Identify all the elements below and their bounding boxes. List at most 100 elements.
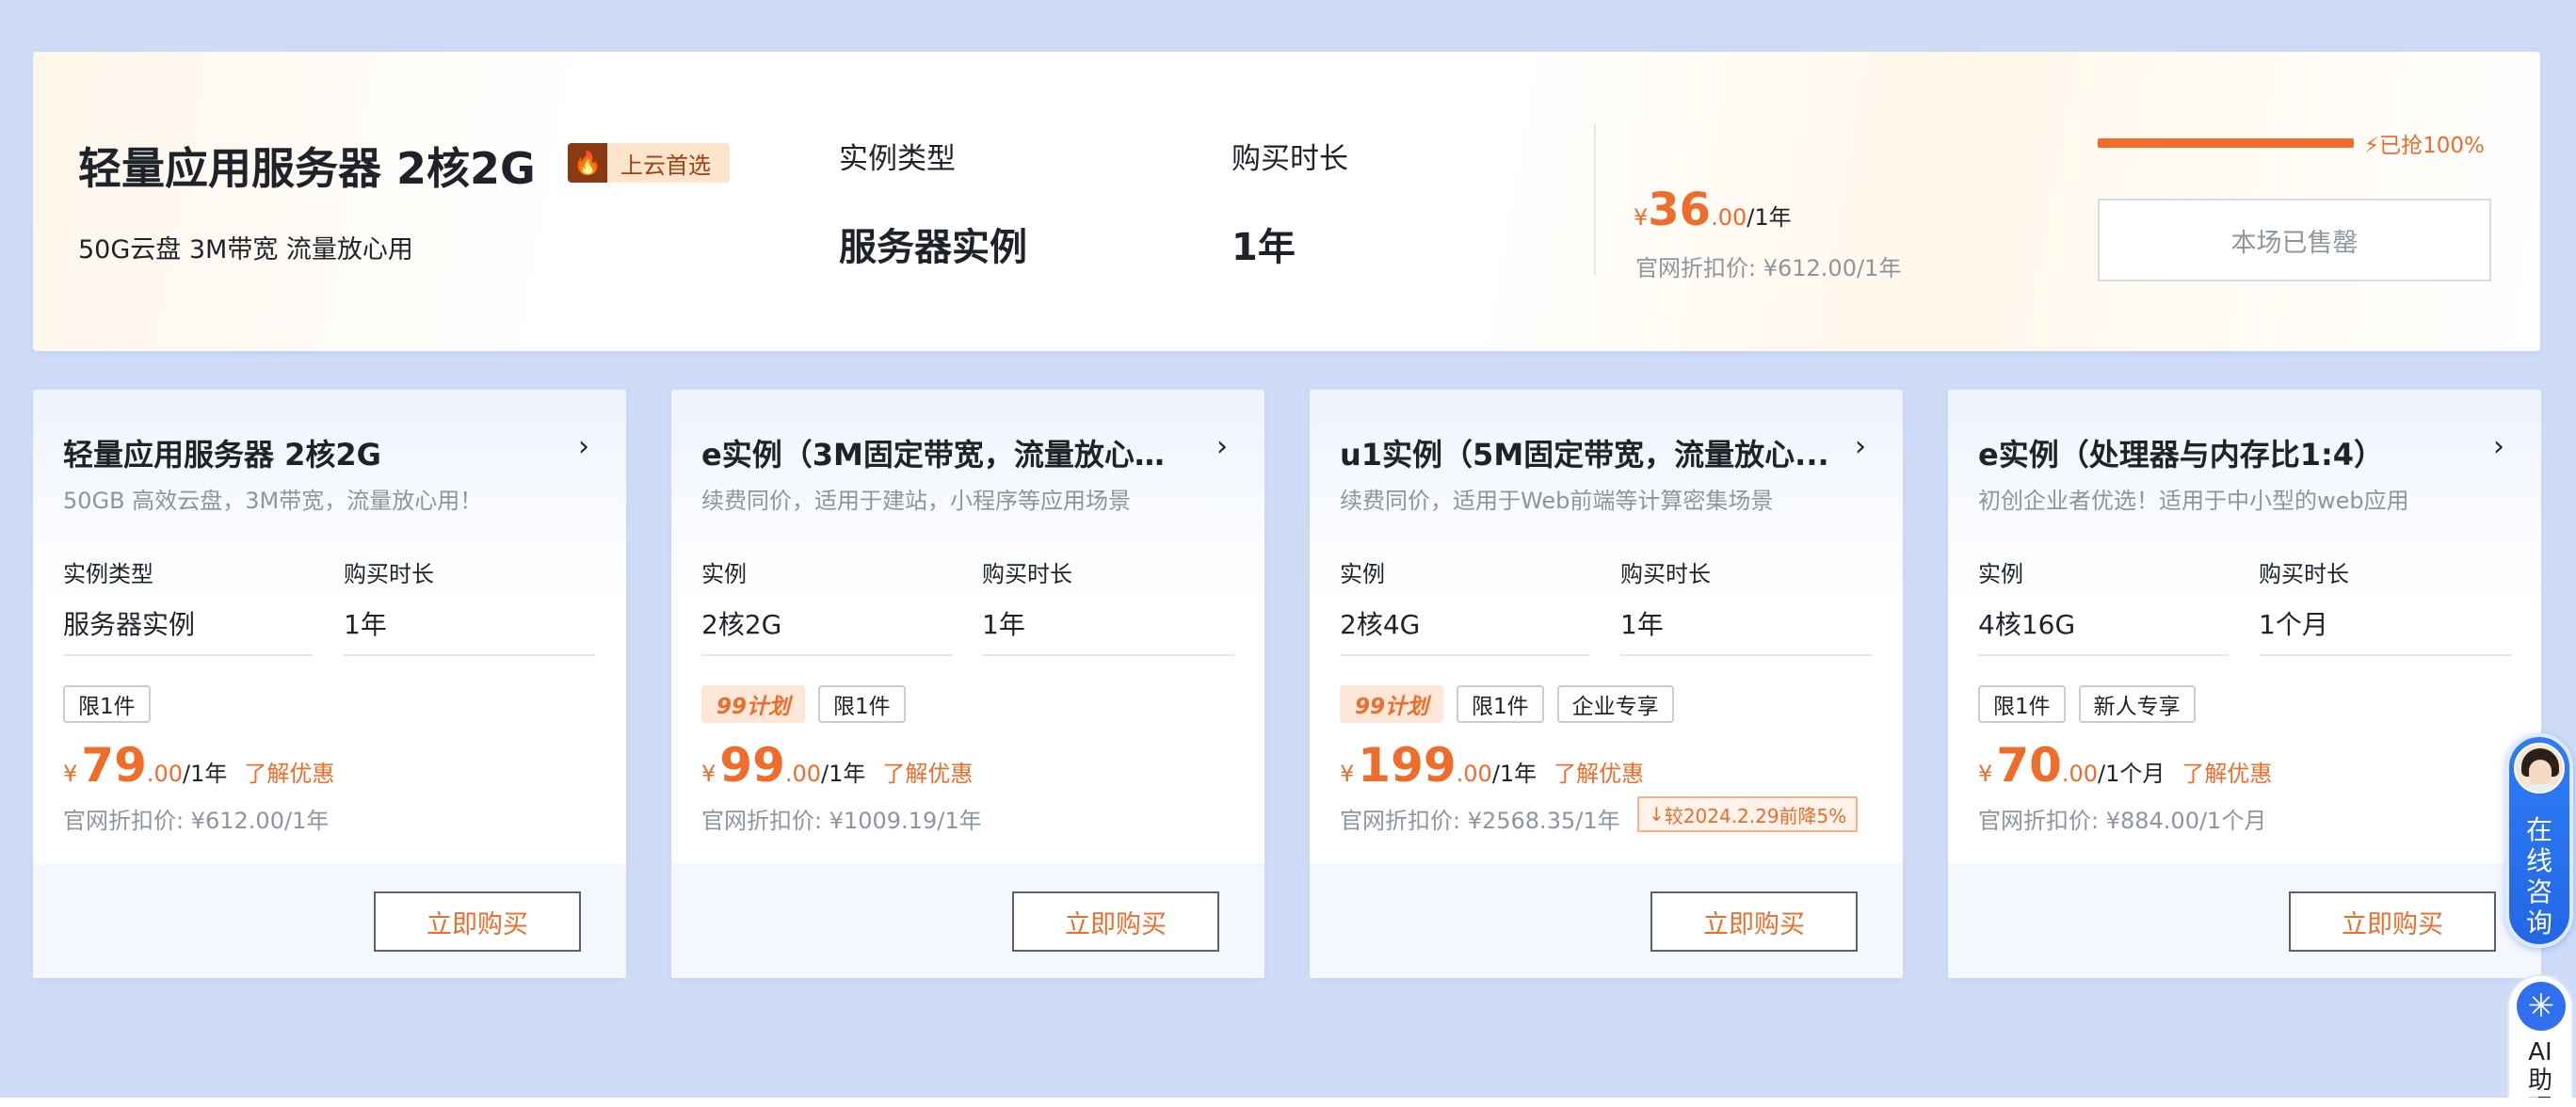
original-price: 官网折扣价: ¥612.00/1年 xyxy=(63,808,330,834)
card-title[interactable]: e实例（处理器与内存比1:4） xyxy=(1978,431,2468,474)
card-title[interactable]: u1实例（5M固定带宽，流量放心... xyxy=(1340,431,1829,474)
divider xyxy=(1978,654,2229,656)
spec-label: 购买时长 xyxy=(982,561,1072,587)
spec-label: 购买时长 xyxy=(344,561,434,587)
avatar xyxy=(2514,743,2565,794)
spec-value: 服务器实例 xyxy=(63,609,196,640)
spec-label: 实例 xyxy=(701,561,747,587)
plan-tag: 99计划 xyxy=(1340,685,1444,723)
price-drop-text: 较2024.2.29前降5% xyxy=(1664,804,1847,827)
divider xyxy=(1620,654,1873,656)
card-price: ¥199.00/1年 了解优惠 xyxy=(1340,738,1644,793)
card-description: 50GB 高效云盘，3M带宽，流量放心用！ xyxy=(63,488,483,514)
promo-link[interactable]: 了解优惠 xyxy=(1554,755,1644,788)
ai-assistant-icon: ✳ xyxy=(2517,982,2566,1031)
chevron-right-icon[interactable]: › xyxy=(570,433,598,461)
buy-now-button[interactable]: 立即购买 xyxy=(1650,891,1858,952)
price-integer: 79 xyxy=(81,738,147,793)
buy-now-button[interactable]: 立即购买 xyxy=(374,891,581,952)
promo-link[interactable]: 了解优惠 xyxy=(882,755,973,788)
product-card[interactable]: e实例（3M固定带宽，流量放心用） › 续费同价，适用于建站，小程序等应用场景 … xyxy=(671,390,1264,978)
product-card[interactable]: u1实例（5M固定带宽，流量放心... › 续费同价，适用于Web前端等计算密集… xyxy=(1310,390,1903,978)
promo-link[interactable]: 了解优惠 xyxy=(2182,755,2272,788)
chevron-right-icon[interactable]: › xyxy=(2485,433,2513,461)
enterprise-tag: 企业专享 xyxy=(1556,685,1674,723)
price-unit: /1年 xyxy=(1747,204,1792,231)
card-description: 续费同价，适用于Web前端等计算密集场景 xyxy=(1340,488,1774,514)
featured-subtitle: 50G云盘 3M带宽 流量放心用 xyxy=(78,235,413,265)
price-currency: ¥ xyxy=(701,761,716,787)
price-unit: /1个月 xyxy=(2098,761,2165,787)
promo-link[interactable]: 了解优惠 xyxy=(244,755,334,788)
online-consult-button[interactable]: 在线咨询 xyxy=(2505,733,2573,948)
buy-now-button[interactable]: 立即购买 xyxy=(2289,891,2496,952)
tag-list: 限1件 xyxy=(63,685,151,723)
spec-value: 2核4G xyxy=(1340,609,1421,640)
product-card[interactable]: e实例（处理器与内存比1:4） › 初创企业者优选！适用于中小型的web应用 实… xyxy=(1948,390,2541,978)
lightning-icon: ⚡ xyxy=(2364,134,2380,158)
card-title[interactable]: 轻量应用服务器 2核2G xyxy=(63,431,553,474)
chevron-right-icon[interactable]: › xyxy=(1208,433,1236,461)
original-price: 官网折扣价: ¥1009.19/1年 xyxy=(701,808,982,834)
tag-list: 限1件 新人专享 xyxy=(1978,685,2196,723)
featured-spec-label-instance: 实例类型 xyxy=(839,142,956,176)
featured-price: ¥36.00/1年 xyxy=(1634,184,1792,236)
price-decimal: .00 xyxy=(2061,761,2099,787)
price-integer: 199 xyxy=(1358,738,1457,793)
limit-tag: 限1件 xyxy=(63,685,151,723)
featured-product-card: 轻量应用服务器 2核2G 🔥 上云首选 50G云盘 3M带宽 流量放心用 实例类… xyxy=(33,52,2540,351)
arrow-down-icon: ↓ xyxy=(1649,803,1665,826)
ai-assistant-button[interactable]: ✳ AI助理 xyxy=(2507,974,2573,1107)
product-card[interactable]: 轻量应用服务器 2核2G › 50GB 高效云盘，3M带宽，流量放心用！ 实例类… xyxy=(33,390,626,978)
featured-badge: 🔥 上云首选 xyxy=(568,143,730,183)
price-currency: ¥ xyxy=(63,761,78,787)
progress-label: ⚡已抢100% xyxy=(2364,127,2485,159)
card-price: ¥99.00/1年 了解优惠 xyxy=(701,738,973,793)
price-decimal: .00 xyxy=(784,761,822,787)
divider xyxy=(63,654,314,656)
price-unit: /1年 xyxy=(1491,761,1538,787)
limit-tag: 限1件 xyxy=(1457,685,1544,723)
spec-value: 1年 xyxy=(344,609,387,640)
price-unit: /1年 xyxy=(821,761,866,787)
spec-value: 1年 xyxy=(982,609,1025,640)
featured-spec-label-duration: 购买时长 xyxy=(1232,142,1348,176)
consult-label: 在线咨询 xyxy=(2525,814,2552,939)
spec-label: 实例 xyxy=(1340,561,1385,587)
card-price: ¥70.00/1个月 了解优惠 xyxy=(1978,738,2272,793)
limit-tag: 限1件 xyxy=(1978,685,2066,723)
spec-label: 购买时长 xyxy=(2259,561,2349,587)
chevron-right-icon[interactable]: › xyxy=(1846,433,1875,461)
spec-label: 实例 xyxy=(1978,561,2023,587)
divider xyxy=(344,654,596,656)
featured-spec-value-duration: 1年 xyxy=(1232,226,1296,269)
divider xyxy=(701,654,952,656)
price-integer: 70 xyxy=(1996,738,2062,793)
featured-spec-value-instance: 服务器实例 xyxy=(839,226,1027,269)
spec-label: 实例类型 xyxy=(63,561,153,587)
featured-original-price: 官网折扣价: ¥612.00/1年 xyxy=(1635,255,1902,281)
price-integer: 36 xyxy=(1648,184,1712,236)
plan-tag: 99计划 xyxy=(701,685,806,723)
card-description: 续费同价，适用于建站，小程序等应用场景 xyxy=(701,488,1131,514)
divider xyxy=(1594,125,1596,276)
price-decimal: .00 xyxy=(1711,204,1747,231)
card-title[interactable]: e实例（3M固定带宽，流量放心用） xyxy=(701,431,1191,474)
price-unit: /1年 xyxy=(183,761,228,787)
price-integer: 99 xyxy=(719,738,785,793)
price-decimal: .00 xyxy=(146,761,184,787)
divider xyxy=(2259,654,2511,656)
price-currency: ¥ xyxy=(1340,761,1355,787)
featured-title: 轻量应用服务器 2核2G xyxy=(78,143,536,194)
soldout-button[interactable]: 本场已售罄 xyxy=(2098,199,2491,281)
divider xyxy=(982,654,1234,656)
card-price: ¥79.00/1年 了解优惠 xyxy=(63,738,334,793)
limit-tag: 限1件 xyxy=(818,685,906,723)
tag-list: 99计划 限1件 xyxy=(701,685,906,723)
tag-list: 99计划 限1件 企业专享 xyxy=(1340,685,1674,723)
buy-now-button[interactable]: 立即购买 xyxy=(1012,891,1219,952)
price-decimal: .00 xyxy=(1456,761,1492,787)
card-description: 初创企业者优选！适用于中小型的web应用 xyxy=(1978,488,2409,514)
newcomer-tag: 新人专享 xyxy=(2078,685,2196,723)
page-bottom-edge xyxy=(0,1098,2576,1107)
